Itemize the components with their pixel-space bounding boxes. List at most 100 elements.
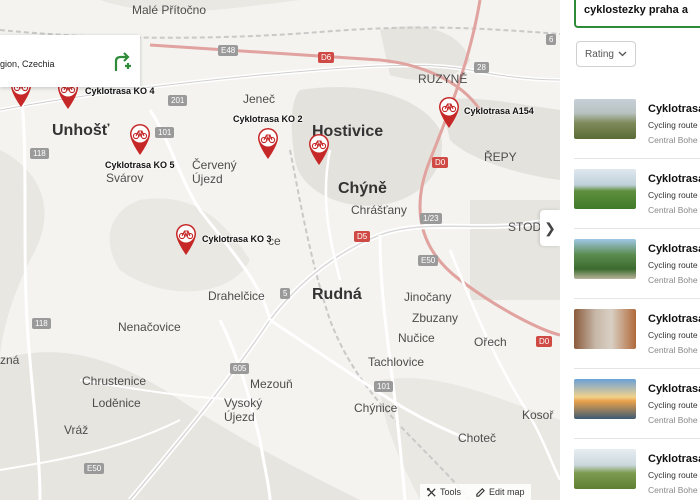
directions-add-icon[interactable] xyxy=(108,49,134,75)
result-item[interactable]: Cyklotrasa Cycling route Central Bohe xyxy=(560,220,700,290)
road-shield: D5 xyxy=(354,231,371,242)
map-place-label: Chýnice xyxy=(354,401,398,415)
road-shield: 101 xyxy=(155,127,175,138)
map-place-label: Jeneč xyxy=(243,92,276,106)
result-subtitle: Cycling route xyxy=(648,330,698,340)
chevron-down-icon xyxy=(618,51,627,57)
road-shield: D0 xyxy=(536,336,553,347)
result-location: Central Bohe xyxy=(648,485,698,495)
result-subtitle: Cycling route xyxy=(648,260,698,270)
location-card-text: gion, Czechia xyxy=(0,59,55,69)
tools-button[interactable]: Tools xyxy=(426,487,461,498)
result-item[interactable]: Cyklotrasa Cycling route Central Bohe xyxy=(560,80,700,150)
road-shield: E48 xyxy=(218,45,239,56)
map-place-label: Unhošť xyxy=(52,122,110,139)
route-pin-label[interactable]: Cyklotrasa KO 4 xyxy=(85,86,155,96)
map-place-label: Svárov xyxy=(106,171,144,185)
result-thumbnail xyxy=(574,449,636,489)
map-place-label: Vysoký Újezd xyxy=(224,396,263,424)
map-place-label: Mezouň xyxy=(250,377,293,391)
bicycle-pin-icon[interactable] xyxy=(307,132,331,166)
map-place-label: ŘEPY xyxy=(484,150,517,164)
search-input[interactable]: cyklostezky praha a xyxy=(574,0,700,28)
map-place-label: Chrášťany xyxy=(351,203,407,217)
road-shield: 201 xyxy=(168,95,188,106)
route-pin-label[interactable]: Cyklotrasa KO 2 xyxy=(233,114,303,124)
map-place-label: Rudná xyxy=(312,286,362,303)
map-place-label: Choteč xyxy=(458,431,497,445)
result-thumbnail xyxy=(574,99,636,139)
result-title: Cyklotrasa xyxy=(648,383,700,395)
map-place-label: Jinočany xyxy=(404,290,452,304)
map-place-label: RUZYNĚ xyxy=(418,72,468,86)
road-shield: 5 xyxy=(280,288,291,299)
bicycle-pin-icon[interactable] xyxy=(256,126,280,160)
divider xyxy=(574,298,700,299)
result-location: Central Bohe xyxy=(648,135,698,145)
map-place-label: Vráž xyxy=(64,423,89,437)
map-place-label: Nenačovice xyxy=(118,320,181,334)
result-subtitle: Cycling route xyxy=(648,400,698,410)
divider xyxy=(574,158,700,159)
bicycle-pin-icon[interactable] xyxy=(174,222,198,256)
road-shield: 605 xyxy=(230,363,250,374)
chevron-right-icon: ❯ xyxy=(544,219,556,236)
result-item[interactable]: Cyklotrasa Cycling route Central Bohe xyxy=(560,290,700,360)
edit-map-label: Edit map xyxy=(489,487,525,497)
map-place-label: Loděnice xyxy=(92,396,141,410)
result-title: Cyklotrasa xyxy=(648,313,700,325)
result-title: Cyklotrasa xyxy=(648,173,700,185)
road-shield: 28 xyxy=(474,62,489,73)
road-shield: 118 xyxy=(32,318,51,329)
result-subtitle: Cycling route xyxy=(648,190,698,200)
map-place-label: Malé Přítočno xyxy=(132,3,207,17)
map-place-label: Červený Újezd xyxy=(192,158,237,186)
result-thumbnail xyxy=(574,169,636,209)
bicycle-pin-icon[interactable] xyxy=(128,122,152,156)
search-input-value: cyklostezky praha a xyxy=(584,4,688,16)
collapse-panel-button[interactable]: ❯ xyxy=(540,210,560,246)
map-canvas[interactable]: Malé Přítočno RUZYNĚ Unhošť Jeneč Hostivice Č… xyxy=(0,0,560,500)
route-pin-label[interactable]: Cyklotrasa KO 3 xyxy=(202,234,272,244)
result-location: Central Bohe xyxy=(648,345,698,355)
result-item[interactable]: Cyklotrasa Cycling route Central Bohe xyxy=(560,430,700,500)
map-place-label: Zbuzany xyxy=(412,311,459,325)
result-item[interactable]: Cyklotrasa Cycling route Central Bohe xyxy=(560,150,700,220)
road-shield: E50 xyxy=(418,255,439,266)
map-place-label: Chrustenice xyxy=(82,374,147,388)
map-place-label: Nučice xyxy=(398,331,435,345)
edit-map-button[interactable]: Edit map xyxy=(475,487,525,498)
road-shield: 101 xyxy=(374,381,394,392)
route-pin-label[interactable]: Cyklotrasa KO 5 xyxy=(105,160,175,170)
bicycle-pin-icon[interactable] xyxy=(437,95,461,129)
map-place-label: Chýně xyxy=(338,180,387,197)
divider xyxy=(574,438,700,439)
road-shield: 1/23 xyxy=(420,213,442,224)
result-title: Cyklotrasa xyxy=(648,103,700,115)
map-place-label: Kosoř xyxy=(522,408,554,422)
result-thumbnail xyxy=(574,379,636,419)
road-shield: D0 xyxy=(432,157,449,168)
map-place-label: Drahelčice xyxy=(208,289,265,303)
divider xyxy=(574,368,700,369)
road-shield: E50 xyxy=(84,463,105,474)
road-shield: 118 xyxy=(30,148,49,159)
result-location: Central Bohe xyxy=(648,275,698,285)
results-panel: cyklostezky praha a Rating Cyklotrasa Cyc… xyxy=(560,0,700,500)
location-card[interactable]: gion, Czechia xyxy=(0,35,140,87)
rating-filter-button[interactable]: Rating xyxy=(576,41,636,67)
map-bottom-toolbar: Tools Edit map xyxy=(420,484,531,500)
route-pin-label[interactable]: Cyklotrasa A154 xyxy=(464,106,534,116)
result-thumbnail xyxy=(574,239,636,279)
result-title: Cyklotrasa xyxy=(648,243,700,255)
result-item[interactable]: Cyklotrasa Cycling route Central Bohe xyxy=(560,360,700,430)
map-place-label: zná xyxy=(0,353,20,367)
map-place-label: Ořech xyxy=(474,335,507,349)
road-shield: 6 xyxy=(546,34,557,45)
result-subtitle: Cycling route xyxy=(648,120,698,130)
result-location: Central Bohe xyxy=(648,415,698,425)
tools-icon xyxy=(426,487,436,497)
result-title: Cyklotrasa xyxy=(648,453,700,465)
divider xyxy=(574,228,700,229)
road-shield: D6 xyxy=(318,52,335,63)
